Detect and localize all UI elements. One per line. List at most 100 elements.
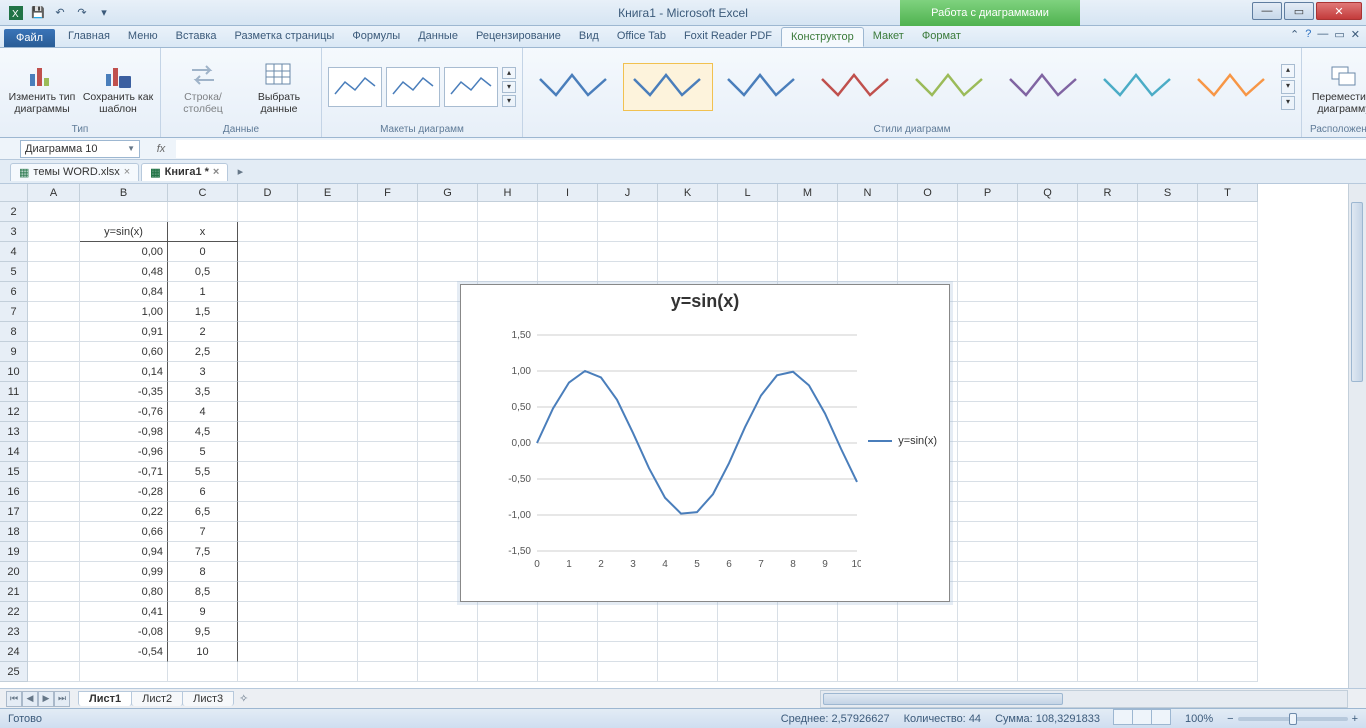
chart-legend[interactable]: y=sin(x): [868, 435, 937, 447]
cell[interactable]: [1078, 622, 1138, 642]
cell[interactable]: [538, 242, 598, 262]
cell[interactable]: [358, 482, 418, 502]
column-header[interactable]: C: [168, 184, 238, 202]
cell[interactable]: [1138, 302, 1198, 322]
row-header[interactable]: 4: [0, 242, 28, 262]
cell[interactable]: [418, 642, 478, 662]
cell[interactable]: [1018, 382, 1078, 402]
row-header[interactable]: 20: [0, 562, 28, 582]
cell[interactable]: 0,91: [80, 322, 168, 342]
row-header[interactable]: 3: [0, 222, 28, 242]
sheet-nav-next-icon[interactable]: ▶: [38, 691, 54, 707]
cell[interactable]: [1018, 262, 1078, 282]
cell[interactable]: 0,80: [80, 582, 168, 602]
cell[interactable]: [478, 622, 538, 642]
change-chart-type-button[interactable]: Изменить тип диаграммы: [6, 54, 78, 120]
cell[interactable]: [1198, 542, 1258, 562]
cell[interactable]: [1018, 322, 1078, 342]
zoom-slider[interactable]: − +: [1227, 713, 1358, 725]
cell[interactable]: [538, 262, 598, 282]
cell[interactable]: 3: [168, 362, 238, 382]
cell[interactable]: [958, 282, 1018, 302]
new-workbook-tab-icon[interactable]: ▸: [230, 165, 250, 178]
cell[interactable]: [238, 222, 298, 242]
cell[interactable]: 0,94: [80, 542, 168, 562]
chart-style-thumb[interactable]: [999, 63, 1089, 111]
cell[interactable]: -0,28: [80, 482, 168, 502]
cell[interactable]: [958, 322, 1018, 342]
cell[interactable]: [1198, 422, 1258, 442]
embedded-chart[interactable]: y=sin(x) -1,50-1,00-0,500,000,501,001,50…: [460, 284, 950, 602]
row-header[interactable]: 24: [0, 642, 28, 662]
cell[interactable]: [598, 662, 658, 682]
layouts-more-icon[interactable]: ▴▾▾: [502, 67, 516, 107]
cell[interactable]: [1138, 582, 1198, 602]
view-buttons[interactable]: [1114, 709, 1171, 728]
column-header[interactable]: T: [1198, 184, 1258, 202]
cell[interactable]: [658, 262, 718, 282]
ribbon-tab[interactable]: Разметка страницы: [226, 27, 344, 47]
cell[interactable]: [238, 202, 298, 222]
zoom-in-icon[interactable]: +: [1352, 713, 1358, 725]
cell[interactable]: [298, 362, 358, 382]
cell[interactable]: [598, 242, 658, 262]
cell[interactable]: 0: [168, 242, 238, 262]
save-template-button[interactable]: Сохранить как шаблон: [82, 54, 154, 120]
doc-close-icon[interactable]: ✕: [1351, 28, 1360, 41]
cell[interactable]: -0,35: [80, 382, 168, 402]
sheet-tab[interactable]: Лист3: [182, 691, 234, 706]
cell[interactable]: [28, 242, 80, 262]
cell[interactable]: [1018, 442, 1078, 462]
cell[interactable]: [1078, 202, 1138, 222]
select-data-button[interactable]: Выбрать данные: [243, 54, 315, 120]
chart-layout-thumb[interactable]: [444, 67, 498, 107]
column-header[interactable]: G: [418, 184, 478, 202]
row-header[interactable]: 7: [0, 302, 28, 322]
column-header[interactable]: M: [778, 184, 838, 202]
cell[interactable]: 7: [168, 522, 238, 542]
ribbon-minimize-icon[interactable]: ⌃: [1290, 28, 1299, 41]
cell[interactable]: [1138, 202, 1198, 222]
chart-layout-thumb[interactable]: [386, 67, 440, 107]
row-header[interactable]: 16: [0, 482, 28, 502]
cell[interactable]: 4,5: [168, 422, 238, 442]
cell[interactable]: [1018, 542, 1078, 562]
cell[interactable]: [538, 602, 598, 622]
cell[interactable]: 0,00: [80, 242, 168, 262]
cell[interactable]: y=sin(x): [80, 222, 168, 242]
cell[interactable]: [1018, 642, 1078, 662]
scrollbar-thumb[interactable]: [823, 693, 1063, 705]
cell[interactable]: [418, 262, 478, 282]
cell[interactable]: [358, 462, 418, 482]
row-header[interactable]: 17: [0, 502, 28, 522]
cell[interactable]: [898, 602, 958, 622]
cell[interactable]: [1078, 362, 1138, 382]
cell[interactable]: [1018, 362, 1078, 382]
cell[interactable]: 0,99: [80, 562, 168, 582]
cell[interactable]: [298, 202, 358, 222]
cell[interactable]: [1198, 562, 1258, 582]
close-button[interactable]: ✕: [1316, 2, 1362, 20]
cell[interactable]: [1078, 482, 1138, 502]
cell[interactable]: [598, 602, 658, 622]
help-icon[interactable]: ?: [1305, 28, 1311, 41]
formula-input[interactable]: [176, 140, 1366, 158]
column-header[interactable]: N: [838, 184, 898, 202]
cell[interactable]: [238, 342, 298, 362]
cell[interactable]: [1138, 262, 1198, 282]
cell[interactable]: [538, 642, 598, 662]
cell[interactable]: -0,08: [80, 622, 168, 642]
move-chart-button[interactable]: Переместить диаграмму: [1308, 54, 1366, 120]
cell[interactable]: [28, 562, 80, 582]
cell[interactable]: [298, 602, 358, 622]
cell[interactable]: [298, 422, 358, 442]
column-header[interactable]: A: [28, 184, 80, 202]
cell[interactable]: [1018, 282, 1078, 302]
cell[interactable]: [1138, 482, 1198, 502]
cell[interactable]: [658, 662, 718, 682]
cell[interactable]: -0,98: [80, 422, 168, 442]
cell[interactable]: [1138, 542, 1198, 562]
cell[interactable]: [358, 302, 418, 322]
cell[interactable]: [718, 222, 778, 242]
cell[interactable]: [358, 402, 418, 422]
